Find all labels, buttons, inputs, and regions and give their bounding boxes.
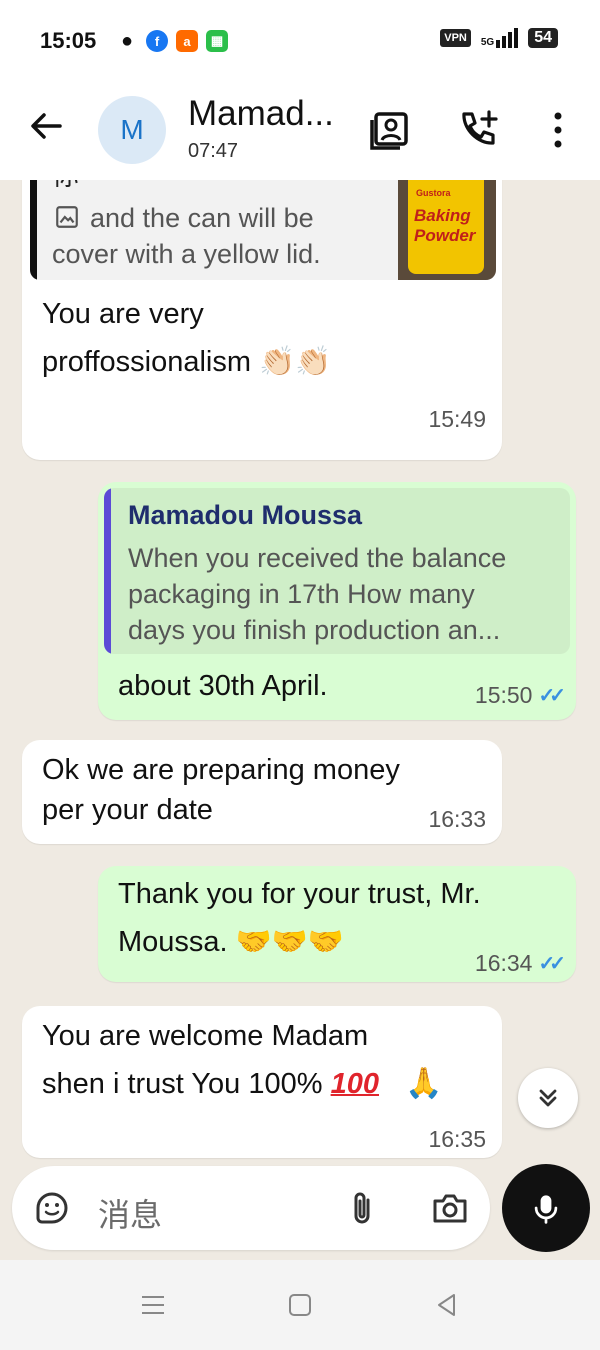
message-list[interactable]: 你 and the can will be cover with a yello… xyxy=(0,180,600,1260)
message-text: You are very xyxy=(42,298,204,330)
network-type: 5G xyxy=(480,37,495,48)
thumbnail-label: Powder xyxy=(414,226,476,245)
back-nav-icon[interactable] xyxy=(432,1290,462,1320)
clock: 15:05 xyxy=(40,28,97,53)
notification-icons: ● f a ▦ xyxy=(116,30,228,52)
read-receipt-icon: ✓✓ xyxy=(538,953,565,975)
message-incoming[interactable]: You are welcome Madam shen i trust You 1… xyxy=(22,1006,502,1158)
message-text: proffossionalism 👏🏻👏🏻 xyxy=(42,346,332,378)
message-time: 16:34 ✓✓ xyxy=(474,950,566,976)
vpn-badge: VPN xyxy=(440,29,471,47)
message-time: 16:35 xyxy=(428,1126,486,1152)
quoted-message[interactable]: 你 and the can will be cover with a yello… xyxy=(30,180,496,280)
message-time: 15:50 ✓✓ xyxy=(474,682,566,708)
hundred-points-icon: 100 xyxy=(330,1068,379,1100)
qr-app-icon: ▦ xyxy=(206,30,228,52)
message-time: 15:49 xyxy=(428,406,486,432)
message-input[interactable]: 消息 xyxy=(98,1190,162,1236)
facebook-icon: f xyxy=(146,30,168,52)
message-outgoing[interactable]: Thank you for your trust, Mr. Moussa. 🤝🤝… xyxy=(98,866,576,982)
system-nav-bar xyxy=(0,1260,600,1350)
last-seen: 07:47 xyxy=(188,140,239,162)
double-chevron-down-icon xyxy=(539,1089,557,1107)
folded-hands-icon: 🙏 xyxy=(405,1067,443,1100)
camera-icon[interactable] xyxy=(430,1188,470,1228)
thumbnail-label: Baking xyxy=(414,206,471,225)
message-text: about 30th April. xyxy=(118,670,328,702)
wechat-icon: ● xyxy=(116,30,138,52)
signal-icon: 5G xyxy=(480,28,519,48)
sticker-icon[interactable] xyxy=(32,1188,72,1228)
avatar[interactable]: M xyxy=(98,96,166,164)
quote-text-line: packaging in 17th How many xyxy=(128,579,475,609)
attach-icon[interactable] xyxy=(342,1188,382,1228)
image-icon xyxy=(56,206,78,228)
message-incoming[interactable]: 你 and the can will be cover with a yello… xyxy=(22,180,502,460)
system-indicators: VPN 5G 54 xyxy=(440,28,558,48)
quote-text-line: cover with a yellow lid. xyxy=(52,239,321,269)
message-time: 16:33 xyxy=(428,806,486,832)
message-outgoing[interactable]: Mamadou Moussa When you received the bal… xyxy=(98,482,576,720)
more-options-icon[interactable] xyxy=(536,108,580,152)
message-text: per your date xyxy=(42,794,213,826)
message-text: Thank you for your trust, Mr. xyxy=(118,878,481,910)
home-icon[interactable] xyxy=(285,1290,315,1320)
quote-text-line: 你 xyxy=(52,180,79,194)
message-text: You are welcome Madam xyxy=(42,1020,369,1052)
read-receipt-icon: ✓✓ xyxy=(538,685,565,707)
scroll-to-bottom-button[interactable] xyxy=(518,1068,578,1128)
battery-icon: 54 xyxy=(528,28,558,48)
contact-card-icon[interactable] xyxy=(368,108,412,152)
voice-record-button[interactable] xyxy=(502,1164,590,1252)
back-arrow-icon[interactable] xyxy=(26,106,66,146)
message-text: shen i trust You 100% 100 🙏 xyxy=(42,1060,442,1108)
chat-header: M Mamad... 07:47 xyxy=(0,82,600,180)
contact-name[interactable]: Mamad... xyxy=(188,94,348,134)
quote-thumbnail: Gustora Baking Powder xyxy=(398,180,496,280)
message-incoming[interactable]: Ok we are preparing money per your date … xyxy=(22,740,502,844)
quote-text-line: days you finish production an... xyxy=(128,615,501,645)
thumbnail-brand: Gustora xyxy=(416,188,451,198)
alibaba-icon: a xyxy=(176,30,198,52)
quote-text-line: and the can will be xyxy=(90,203,314,233)
menu-icon[interactable] xyxy=(138,1290,168,1320)
message-text: Moussa. 🤝🤝🤝 xyxy=(118,926,344,958)
quote-text-line: When you received the balance xyxy=(128,543,507,573)
microphone-icon xyxy=(534,1195,558,1224)
quoted-message[interactable]: Mamadou Moussa When you received the bal… xyxy=(104,488,570,654)
quote-sender: Mamadou Moussa xyxy=(128,500,363,530)
status-bar: 15:05 ● f a ▦ VPN 5G 54 xyxy=(0,0,600,82)
add-call-icon[interactable] xyxy=(456,108,500,152)
message-composer[interactable]: 消息 xyxy=(12,1166,490,1250)
